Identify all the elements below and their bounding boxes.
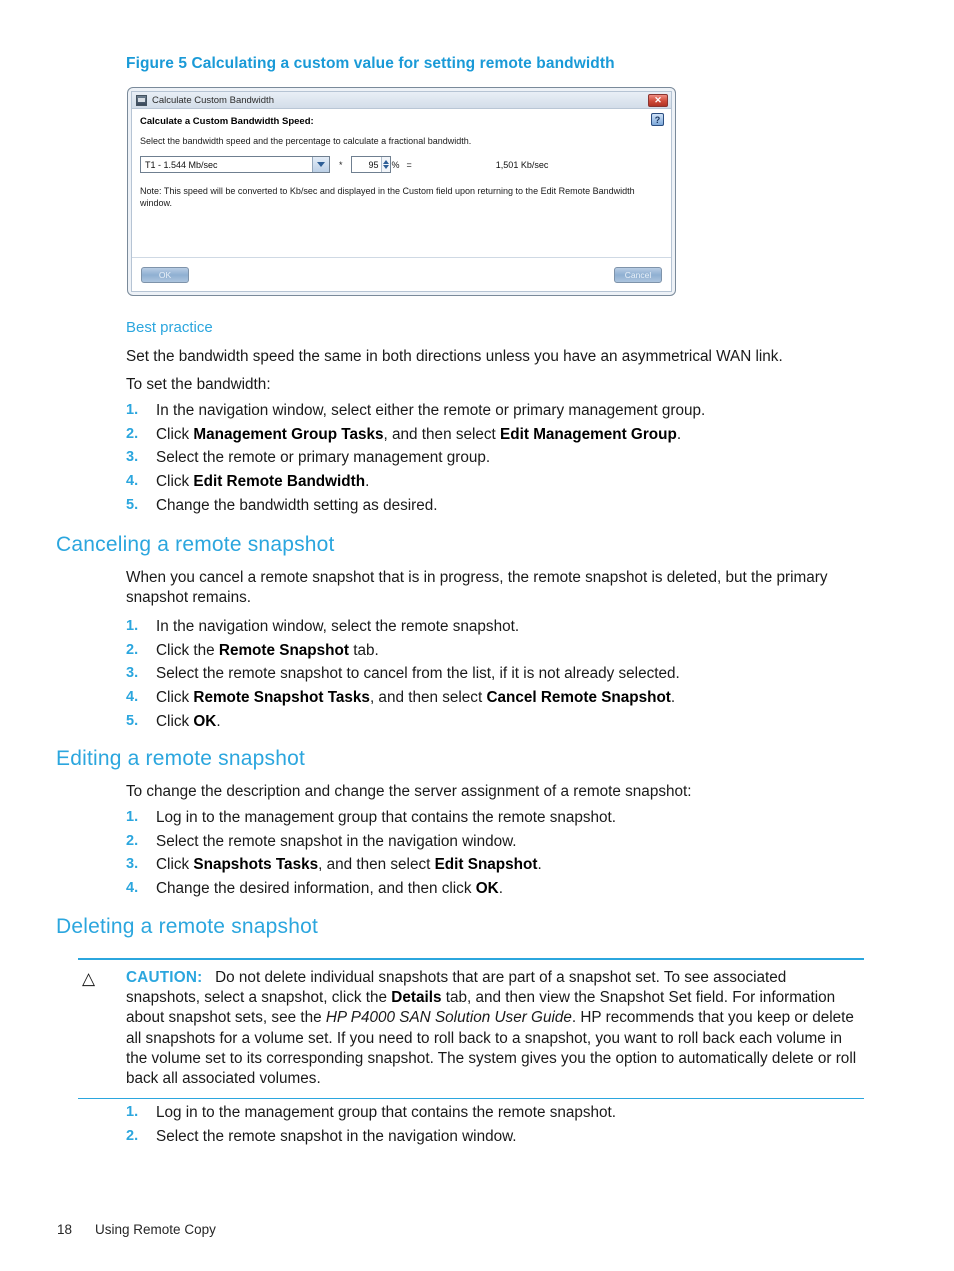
footer-chapter: Using Remote Copy bbox=[95, 1222, 216, 1237]
list-number: 2. bbox=[126, 641, 139, 658]
list-item: 2. Click the Remote Snapshot tab. bbox=[126, 639, 886, 663]
deleting-steps: 1. Log in to the management group that c… bbox=[126, 1101, 886, 1148]
list-item: 3. Select the remote or primary manageme… bbox=[126, 446, 886, 470]
list-item: 3. Select the remote snapshot to cancel … bbox=[126, 662, 886, 686]
caution-rule-top bbox=[78, 958, 864, 960]
calculate-custom-bandwidth-dialog: Calculate Custom Bandwidth ✕ ? Calculate… bbox=[127, 87, 676, 296]
dialog-body: ? Calculate a Custom Bandwidth Speed: Se… bbox=[132, 109, 671, 257]
list-text: Change the desired information, and then… bbox=[156, 880, 503, 898]
page-number: 18 bbox=[57, 1222, 73, 1237]
caution-block: △ CAUTION: Do not delete individual snap… bbox=[78, 958, 864, 1100]
editing-steps: 1. Log in to the management group that c… bbox=[126, 806, 886, 901]
percentage-value: 95 bbox=[368, 159, 379, 170]
bandwidth-speed-select[interactable]: T1 - 1.544 Mb/sec bbox=[140, 156, 330, 173]
list-text: Log in to the management group that cont… bbox=[156, 1104, 617, 1121]
ok-button[interactable]: OK bbox=[141, 266, 189, 283]
list-text: Select the remote or primary management … bbox=[156, 449, 491, 467]
list-item: 4. Click Edit Remote Bandwidth. bbox=[126, 470, 886, 494]
list-item: 5. Click OK. bbox=[126, 710, 886, 734]
list-item: 1. In the navigation window, select eith… bbox=[126, 399, 886, 423]
list-item: 1. In the navigation window, select the … bbox=[126, 615, 886, 639]
best-practice-steps: 1. In the navigation window, select eith… bbox=[126, 399, 886, 518]
list-item: 2. Click Management Group Tasks, and the… bbox=[126, 423, 886, 447]
list-text: Change the bandwidth setting as desired. bbox=[156, 496, 438, 514]
list-text: Click Snapshots Tasks, and then select E… bbox=[156, 856, 542, 874]
list-number: 4. bbox=[126, 689, 139, 706]
help-icon[interactable]: ? bbox=[651, 113, 664, 126]
list-number: 2. bbox=[126, 832, 139, 849]
list-number: 1. bbox=[126, 402, 139, 418]
percent-symbol: % bbox=[391, 159, 400, 170]
bandwidth-controls-row: T1 - 1.544 Mb/sec * 95 % = 1,501 Kb/sec bbox=[140, 156, 663, 173]
calculated-result: 1,501 Kb/sec bbox=[495, 159, 549, 170]
list-number: 1. bbox=[126, 809, 139, 825]
list-number: 2. bbox=[126, 1127, 139, 1144]
list-text: Select the remote snapshot to cancel fro… bbox=[156, 665, 680, 683]
list-text: Click Management Group Tasks, and then s… bbox=[156, 425, 682, 443]
list-item: 4. Click Remote Snapshot Tasks, and then… bbox=[126, 686, 886, 710]
list-text: Click Remote Snapshot Tasks, and then se… bbox=[156, 689, 676, 707]
cancel-button[interactable]: Cancel bbox=[614, 266, 662, 283]
percentage-stepper[interactable]: 95 bbox=[350, 156, 391, 173]
section-heading-deleting: Deleting a remote snapshot bbox=[56, 915, 319, 938]
list-number: 1. bbox=[126, 1104, 139, 1120]
list-item: 1. Log in to the management group that c… bbox=[126, 1101, 886, 1125]
list-number: 2. bbox=[126, 425, 139, 442]
dialog-inner: Calculate Custom Bandwidth ✕ ? Calculate… bbox=[131, 91, 672, 292]
list-item: 2. Select the remote snapshot in the nav… bbox=[126, 830, 886, 854]
application-icon bbox=[136, 94, 147, 106]
list-number: 4. bbox=[126, 473, 139, 490]
close-icon[interactable]: ✕ bbox=[648, 93, 668, 107]
list-text: Log in to the management group that cont… bbox=[156, 809, 617, 826]
caution-row: △ CAUTION: Do not delete individual snap… bbox=[78, 968, 864, 1090]
chevron-down-icon[interactable] bbox=[312, 157, 329, 172]
list-item: 1. Log in to the management group that c… bbox=[126, 806, 886, 830]
caution-rule-bottom bbox=[78, 1097, 864, 1100]
list-text: Select the remote snapshot in the naviga… bbox=[156, 1127, 517, 1145]
stepper-arrows-icon[interactable] bbox=[380, 157, 390, 172]
list-number: 3. bbox=[126, 665, 139, 682]
document-page: Figure 5 Calculating a custom value for … bbox=[0, 0, 954, 1271]
warning-triangle-icon: △ bbox=[82, 968, 96, 988]
section-heading-canceling: Canceling a remote snapshot bbox=[56, 533, 335, 556]
dialog-note: Note: This speed will be converted to Kb… bbox=[140, 186, 635, 209]
list-item: 3. Click Snapshots Tasks, and then selec… bbox=[126, 853, 886, 877]
list-text: In the navigation window, select either … bbox=[156, 402, 706, 419]
list-number: 1. bbox=[126, 618, 139, 634]
list-text: Click the Remote Snapshot tab. bbox=[156, 641, 379, 659]
list-text: Select the remote snapshot in the naviga… bbox=[156, 832, 517, 850]
section-heading-editing: Editing a remote snapshot bbox=[56, 747, 305, 770]
dialog-footer: OK Cancel bbox=[132, 257, 671, 291]
dialog-titlebar: Calculate Custom Bandwidth ✕ bbox=[132, 92, 671, 109]
list-number: 3. bbox=[126, 856, 139, 873]
list-number: 4. bbox=[126, 880, 139, 897]
best-practice-heading: Best practice bbox=[126, 319, 213, 336]
bandwidth-speed-value: T1 - 1.544 Mb/sec bbox=[145, 159, 218, 170]
dialog-title: Calculate Custom Bandwidth bbox=[152, 94, 274, 106]
equals-symbol: = bbox=[406, 159, 412, 170]
list-text: Click OK. bbox=[156, 712, 221, 730]
best-practice-intro: To set the bandwidth: bbox=[126, 376, 271, 393]
figure-caption: Figure 5 Calculating a custom value for … bbox=[126, 55, 615, 72]
canceling-steps: 1. In the navigation window, select the … bbox=[126, 615, 886, 734]
multiply-symbol: * bbox=[339, 159, 343, 170]
dialog-description: Select the bandwidth speed and the perce… bbox=[140, 136, 472, 146]
canceling-paragraph: When you cancel a remote snapshot that i… bbox=[126, 569, 828, 607]
list-text: Click Edit Remote Bandwidth. bbox=[156, 473, 370, 491]
caution-text: CAUTION: Do not delete individual snapsh… bbox=[126, 968, 857, 1088]
caution-label: CAUTION: bbox=[126, 968, 203, 986]
list-number: 3. bbox=[126, 449, 139, 466]
list-item: 2. Select the remote snapshot in the nav… bbox=[126, 1125, 886, 1149]
best-practice-paragraph: Set the bandwidth speed the same in both… bbox=[126, 348, 783, 365]
page-footer: 18 Using Remote Copy bbox=[57, 1222, 216, 1237]
list-item: 4. Change the desired information, and t… bbox=[126, 877, 886, 901]
list-number: 5. bbox=[126, 496, 139, 513]
list-text: In the navigation window, select the rem… bbox=[156, 618, 520, 635]
list-item: 5. Change the bandwidth setting as desir… bbox=[126, 494, 886, 518]
dialog-heading: Calculate a Custom Bandwidth Speed: bbox=[140, 116, 314, 127]
list-number: 5. bbox=[126, 712, 139, 729]
editing-paragraph: To change the description and change the… bbox=[126, 783, 692, 800]
